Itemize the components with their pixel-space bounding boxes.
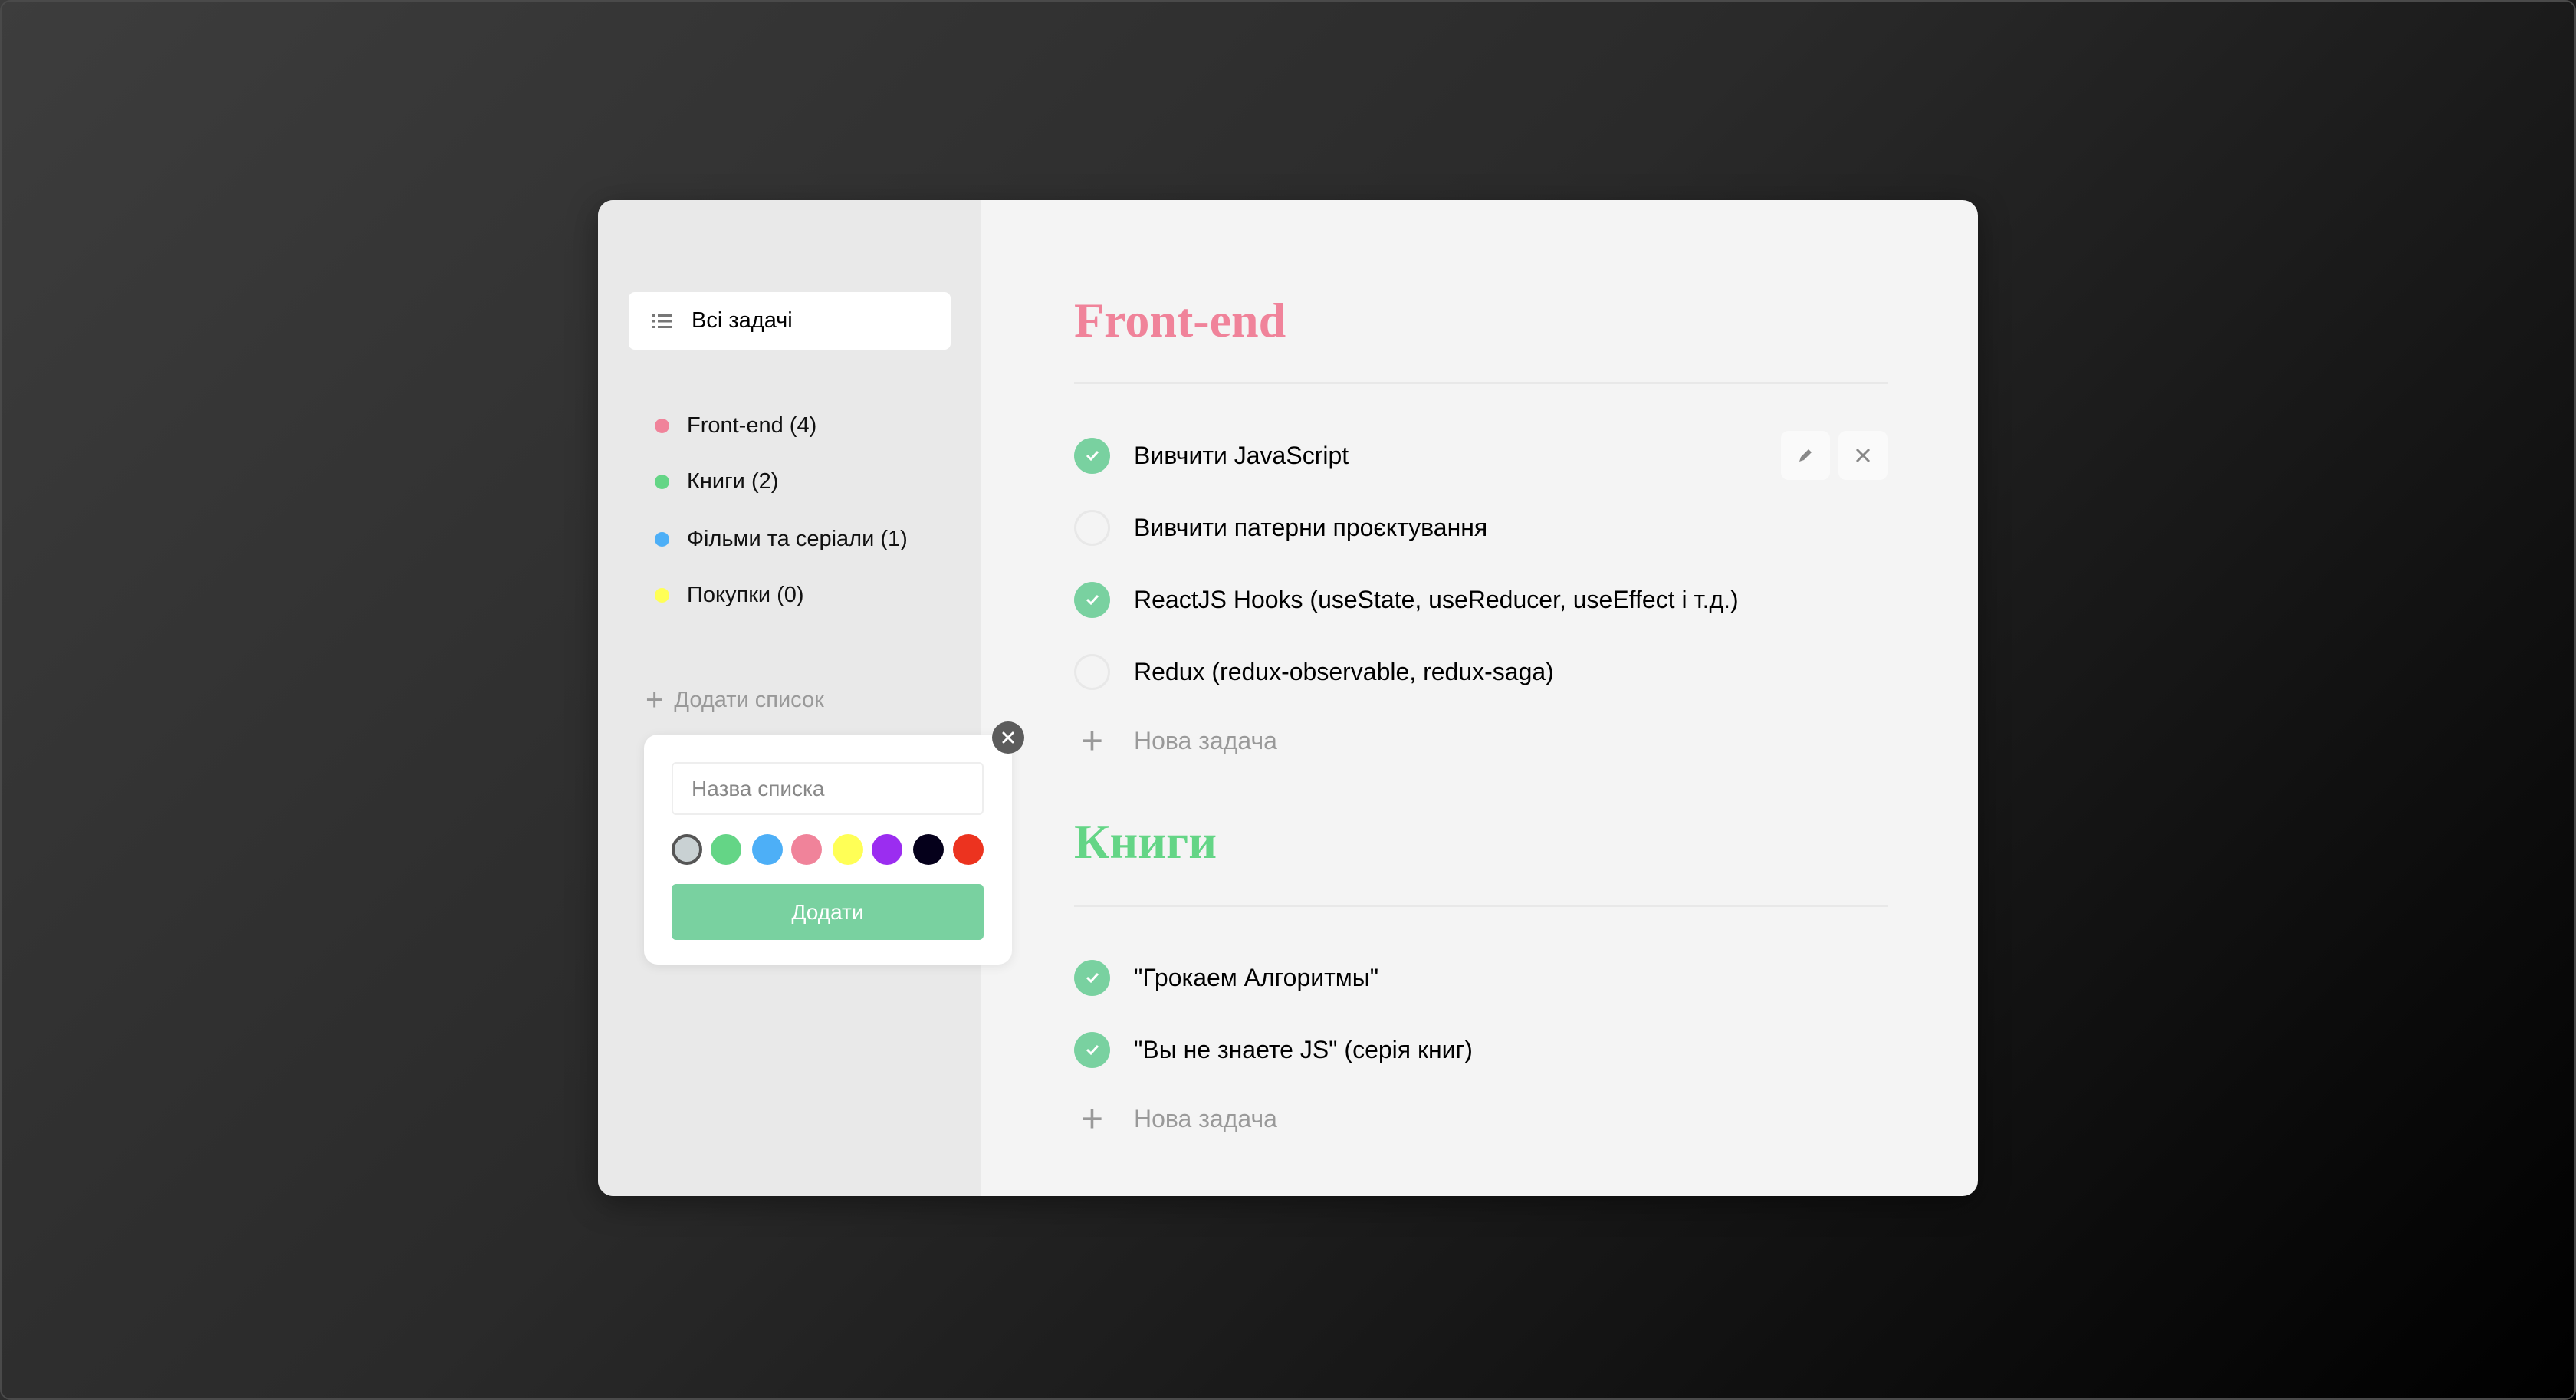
- sidebar: Всі задачі Front-end (4) Книги (2) Фільм…: [598, 200, 1012, 1196]
- add-list-label: Додати список: [674, 688, 824, 712]
- new-task-button[interactable]: + Нова задача: [1074, 719, 1277, 762]
- task-item[interactable]: ReactJS Hooks (useState, useReducer, use…: [1074, 580, 1739, 619]
- check-icon: [1086, 594, 1099, 606]
- color-swatch-grey[interactable]: [672, 834, 702, 865]
- color-dot-icon: [655, 418, 669, 433]
- checkbox-checked[interactable]: [1074, 1031, 1110, 1068]
- color-dot-icon: [655, 531, 669, 547]
- list-icon: [652, 314, 672, 328]
- plus-icon: +: [646, 683, 664, 717]
- checkbox-unchecked[interactable]: [1074, 653, 1110, 690]
- task-item[interactable]: Redux (redux-observable, redux-saga): [1074, 652, 1554, 691]
- all-tasks-button[interactable]: Всі задачі: [629, 292, 951, 350]
- check-icon: [1086, 1044, 1099, 1056]
- section-title[interactable]: Front-end: [1074, 292, 1286, 349]
- task-text: ReactJS Hooks (useState, useReducer, use…: [1134, 585, 1739, 613]
- color-dot-icon: [655, 587, 669, 603]
- color-swatch-green[interactable]: [711, 834, 741, 865]
- sidebar-item-label: Покупки (0): [687, 582, 804, 607]
- sidebar-item-front-end[interactable]: Front-end (4): [598, 410, 816, 441]
- close-icon: [1855, 448, 1871, 463]
- task-item[interactable]: "Грокаем Алгоритмы": [1074, 958, 1378, 997]
- sidebar-item-shopping[interactable]: Покупки (0): [598, 580, 804, 610]
- color-swatch-pink[interactable]: [791, 834, 822, 865]
- task-item[interactable]: Вивчити патерни проєктування: [1074, 508, 1487, 547]
- task-text: "Вы не знаете JS" (серія книг): [1134, 1035, 1473, 1063]
- plus-icon: +: [1080, 719, 1104, 762]
- color-swatch-black[interactable]: [913, 834, 944, 865]
- todo-app: Всі задачі Front-end (4) Книги (2) Фільм…: [598, 200, 1978, 1196]
- task-text: Вивчити JavaScript: [1134, 441, 1349, 469]
- task-item[interactable]: "Вы не знаете JS" (серія книг): [1074, 1030, 1473, 1069]
- color-swatch-yellow[interactable]: [833, 834, 863, 865]
- add-list-button[interactable]: + Додати список: [646, 683, 824, 718]
- color-dot-icon: [655, 474, 669, 489]
- sidebar-item-books[interactable]: Книги (2): [598, 466, 778, 497]
- checkbox-checked[interactable]: [1074, 437, 1110, 474]
- sidebar-item-label: Фільми та серіали (1): [687, 526, 908, 551]
- color-swatch-blue[interactable]: [752, 834, 783, 865]
- divider: [1074, 905, 1888, 907]
- divider: [1074, 382, 1888, 384]
- check-icon: [1086, 972, 1099, 984]
- color-swatch-red[interactable]: [953, 834, 984, 865]
- task-item[interactable]: Вивчити JavaScript: [1074, 436, 1349, 475]
- task-text: "Грокаем Алгоритмы": [1134, 963, 1379, 991]
- new-task-button[interactable]: + Нова задача: [1074, 1097, 1277, 1140]
- checkbox-unchecked[interactable]: [1074, 509, 1110, 546]
- add-list-submit-button[interactable]: Додати: [672, 884, 984, 940]
- list-name-input[interactable]: [672, 762, 984, 815]
- new-task-label: Нова задача: [1134, 726, 1277, 754]
- check-icon: [1086, 450, 1099, 462]
- add-list-popup: Додати: [644, 735, 1012, 965]
- sidebar-item-label: Книги (2): [687, 468, 779, 494]
- color-swatch-purple[interactable]: [872, 834, 902, 865]
- plus-icon: +: [1080, 1097, 1104, 1140]
- checkbox-checked[interactable]: [1074, 581, 1110, 618]
- delete-task-button[interactable]: [1838, 431, 1888, 480]
- sidebar-item-movies[interactable]: Фільми та серіали (1): [598, 524, 908, 554]
- pencil-icon: [1799, 449, 1812, 462]
- close-icon: [1002, 731, 1014, 744]
- all-tasks-label: Всі задачі: [692, 308, 793, 333]
- section-title[interactable]: Книги: [1074, 813, 1217, 870]
- task-text: Redux (redux-observable, redux-saga): [1134, 657, 1554, 685]
- close-popup-button[interactable]: [992, 721, 1024, 754]
- checkbox-checked[interactable]: [1074, 959, 1110, 996]
- task-text: Вивчити патерни проєктування: [1134, 513, 1488, 541]
- edit-task-button[interactable]: [1781, 431, 1830, 480]
- sidebar-item-label: Front-end (4): [687, 412, 817, 438]
- new-task-label: Нова задача: [1134, 1104, 1277, 1132]
